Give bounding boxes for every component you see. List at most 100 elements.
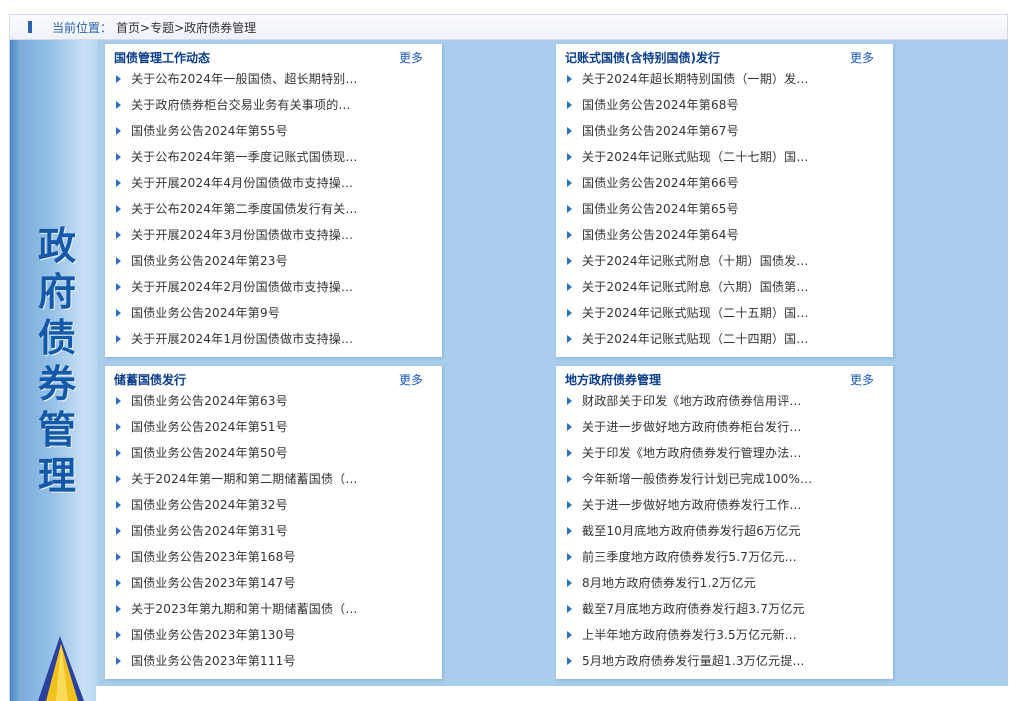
list-item[interactable]: 关于开展2024年3月份国债做市支持操… [105,222,442,248]
list-item[interactable]: 关于2024年记账式附息（六期）国债第… [556,274,893,300]
list-item[interactable]: 关于印发《地方政府债券发行管理办法… [556,440,893,466]
list-item[interactable]: 上半年地方政府债券发行3.5万亿元新… [556,622,893,648]
breadcrumb-home-link[interactable]: 首页 [116,21,140,35]
list-item-link[interactable]: 国债业务公告2024年第67号 [582,124,739,138]
list-item[interactable]: 国债业务公告2024年第50号 [105,440,442,466]
list-item-link[interactable]: 关于进一步做好地方政府债券发行工作… [582,498,802,512]
list-item-link[interactable]: 国债业务公告2024年第55号 [131,124,288,138]
list-item[interactable]: 关于2024年记账式贴现（二十七期）国… [556,144,893,170]
list-item-link[interactable]: 关于进一步做好地方政府债券柜台发行… [582,420,802,434]
list-item-link[interactable]: 8月地方政府债券发行1.2万亿元 [582,576,756,590]
list-item-link[interactable]: 关于2024年记账式附息（六期）国债第… [582,280,809,294]
list-item-link[interactable]: 国债业务公告2024年第64号 [582,228,739,242]
list-item-link[interactable]: 国债业务公告2024年第51号 [131,420,288,434]
list-item-link[interactable]: 关于2024年记账式附息（十期）国债发… [582,254,809,268]
list-item[interactable]: 今年新增一般债券发行计划已完成100%… [556,466,893,492]
list-item[interactable]: 国债业务公告2024年第32号 [105,492,442,518]
list-item[interactable]: 国债业务公告2023年第130号 [105,622,442,648]
list-item[interactable]: 国债业务公告2024年第51号 [105,414,442,440]
list-item[interactable]: 8月地方政府债券发行1.2万亿元 [556,570,893,596]
list-item[interactable]: 5月地方政府债券发行量超1.3万亿元提… [556,648,893,674]
list-item-link[interactable]: 截至7月底地方政府债券发行超3.7万亿元 [582,602,805,616]
list-item-link[interactable]: 国债业务公告2024年第66号 [582,176,739,190]
list-item[interactable]: 关于2023年第九期和第十期储蓄国债（… [105,596,442,622]
list-item-link[interactable]: 国债业务公告2024年第65号 [582,202,739,216]
list-item-link[interactable]: 今年新增一般债券发行计划已完成100%… [582,472,812,486]
bullet-arrow-icon [567,127,572,135]
list-item[interactable]: 国债业务公告2024年第23号 [105,248,442,274]
list-item-link[interactable]: 关于开展2024年2月份国债做市支持操… [131,280,353,294]
list-item[interactable]: 国债业务公告2024年第31号 [105,518,442,544]
list-item[interactable]: 关于2024年记账式贴现（二十四期）国… [556,326,893,352]
list-item[interactable]: 国债业务公告2024年第68号 [556,92,893,118]
list-item[interactable]: 关于开展2024年2月份国债做市支持操… [105,274,442,300]
list-item-link[interactable]: 关于2024年超长期特别国债（一期）发… [582,72,809,86]
list-item-link[interactable]: 国债业务公告2024年第23号 [131,254,288,268]
more-link[interactable]: 更多 [399,371,423,388]
list-item-link[interactable]: 关于2024年记账式贴现（二十四期）国… [582,332,809,346]
list-item[interactable]: 截至10月底地方政府债券发行超6万亿元 [556,518,893,544]
list-item-link[interactable]: 关于2024年记账式贴现（二十七期）国… [582,150,809,164]
list-item[interactable]: 关于进一步做好地方政府债券柜台发行… [556,414,893,440]
bullet-arrow-icon [567,553,572,561]
list-item-link[interactable]: 关于公布2024年第二季度国债发行有关… [131,202,358,216]
list-item[interactable]: 国债业务公告2023年第168号 [105,544,442,570]
list-item[interactable]: 关于开展2024年4月份国债做市支持操… [105,170,442,196]
list-item[interactable]: 国债业务公告2024年第65号 [556,196,893,222]
list-item[interactable]: 关于公布2024年第一季度记账式国债现… [105,144,442,170]
list-item-link[interactable]: 关于2023年第九期和第十期储蓄国债（… [131,602,358,616]
list-item-link[interactable]: 5月地方政府债券发行量超1.3万亿元提… [582,654,805,668]
list-item[interactable]: 国债业务公告2024年第63号 [105,388,442,414]
list-item-link[interactable]: 关于公布2024年第一季度记账式国债现… [131,150,358,164]
list-item[interactable]: 国债业务公告2023年第147号 [105,570,442,596]
list-item[interactable]: 国债业务公告2024年第66号 [556,170,893,196]
list-item-link[interactable]: 国债业务公告2023年第130号 [131,628,296,642]
list-item-link[interactable]: 国债业务公告2024年第63号 [131,394,288,408]
list-item[interactable]: 国债业务公告2024年第64号 [556,222,893,248]
list-item-link[interactable]: 关于2024年第一期和第二期储蓄国债（… [131,472,358,486]
list-item-link[interactable]: 国债业务公告2024年第31号 [131,524,288,538]
list-item[interactable]: 截至7月底地方政府债券发行超3.7万亿元 [556,596,893,622]
more-link[interactable]: 更多 [399,49,423,66]
list-item[interactable]: 关于开展2024年1月份国债做市支持操… [105,326,442,352]
list-item-link[interactable]: 国债业务公告2023年第168号 [131,550,296,564]
bullet-arrow-icon [567,75,572,83]
list-item[interactable]: 关于公布2024年第二季度国债发行有关… [105,196,442,222]
list-item-link[interactable]: 国债业务公告2024年第68号 [582,98,739,112]
list-item[interactable]: 关于政府债券柜台交易业务有关事项的… [105,92,442,118]
more-link[interactable]: 更多 [850,49,874,66]
list-item[interactable]: 国债业务公告2024年第55号 [105,118,442,144]
list-item-link[interactable]: 关于开展2024年4月份国债做市支持操… [131,176,353,190]
breadcrumb-topic-link[interactable]: 专题 [150,21,174,35]
list-item-link[interactable]: 财政部关于印发《地方政府债券信用评… [582,394,802,408]
list-item-link[interactable]: 上半年地方政府债券发行3.5万亿元新… [582,628,797,642]
list-item-link[interactable]: 国债业务公告2024年第9号 [131,306,280,320]
list-item[interactable]: 关于2024年记账式贴现（二十五期）国… [556,300,893,326]
list-item[interactable]: 国债业务公告2024年第9号 [105,300,442,326]
breadcrumb: 当前位置： 首页>专题>政府债券管理 [9,14,1008,40]
list-item[interactable]: 前三季度地方政府债券发行5.7万亿元… [556,544,893,570]
list-item-link[interactable]: 关于政府债券柜台交易业务有关事项的… [131,98,351,112]
list-item-link[interactable]: 关于印发《地方政府债券发行管理办法… [582,446,802,460]
list-item[interactable]: 关于公布2024年一般国债、超长期特别… [105,66,442,92]
list-item-link[interactable]: 国债业务公告2024年第50号 [131,446,288,460]
list-item-link[interactable]: 关于开展2024年1月份国债做市支持操… [131,332,353,346]
list-item[interactable]: 国债业务公告2024年第67号 [556,118,893,144]
list-item-link[interactable]: 国债业务公告2023年第111号 [131,654,296,668]
bullet-arrow-icon [567,657,572,665]
list-item-link[interactable]: 国债业务公告2024年第32号 [131,498,288,512]
list-item[interactable]: 关于进一步做好地方政府债券发行工作… [556,492,893,518]
list-item-link[interactable]: 前三季度地方政府债券发行5.7万亿元… [582,550,797,564]
list-item-link[interactable]: 关于2024年记账式贴现（二十五期）国… [582,306,809,320]
list-item-link[interactable]: 国债业务公告2023年第147号 [131,576,296,590]
list-item[interactable]: 财政部关于印发《地方政府债券信用评… [556,388,893,414]
list-item[interactable]: 国债业务公告2023年第111号 [105,648,442,674]
list-item[interactable]: 关于2024年记账式附息（十期）国债发… [556,248,893,274]
more-link[interactable]: 更多 [850,371,874,388]
list-item[interactable]: 关于2024年第一期和第二期储蓄国债（… [105,466,442,492]
list-item-link[interactable]: 关于公布2024年一般国债、超长期特别… [131,72,358,86]
list-item[interactable]: 关于2024年超长期特别国债（一期）发… [556,66,893,92]
list-item-link[interactable]: 截至10月底地方政府债券发行超6万亿元 [582,524,801,538]
panel-header: 地方政府债券管理 更多 [556,366,893,388]
list-item-link[interactable]: 关于开展2024年3月份国债做市支持操… [131,228,353,242]
